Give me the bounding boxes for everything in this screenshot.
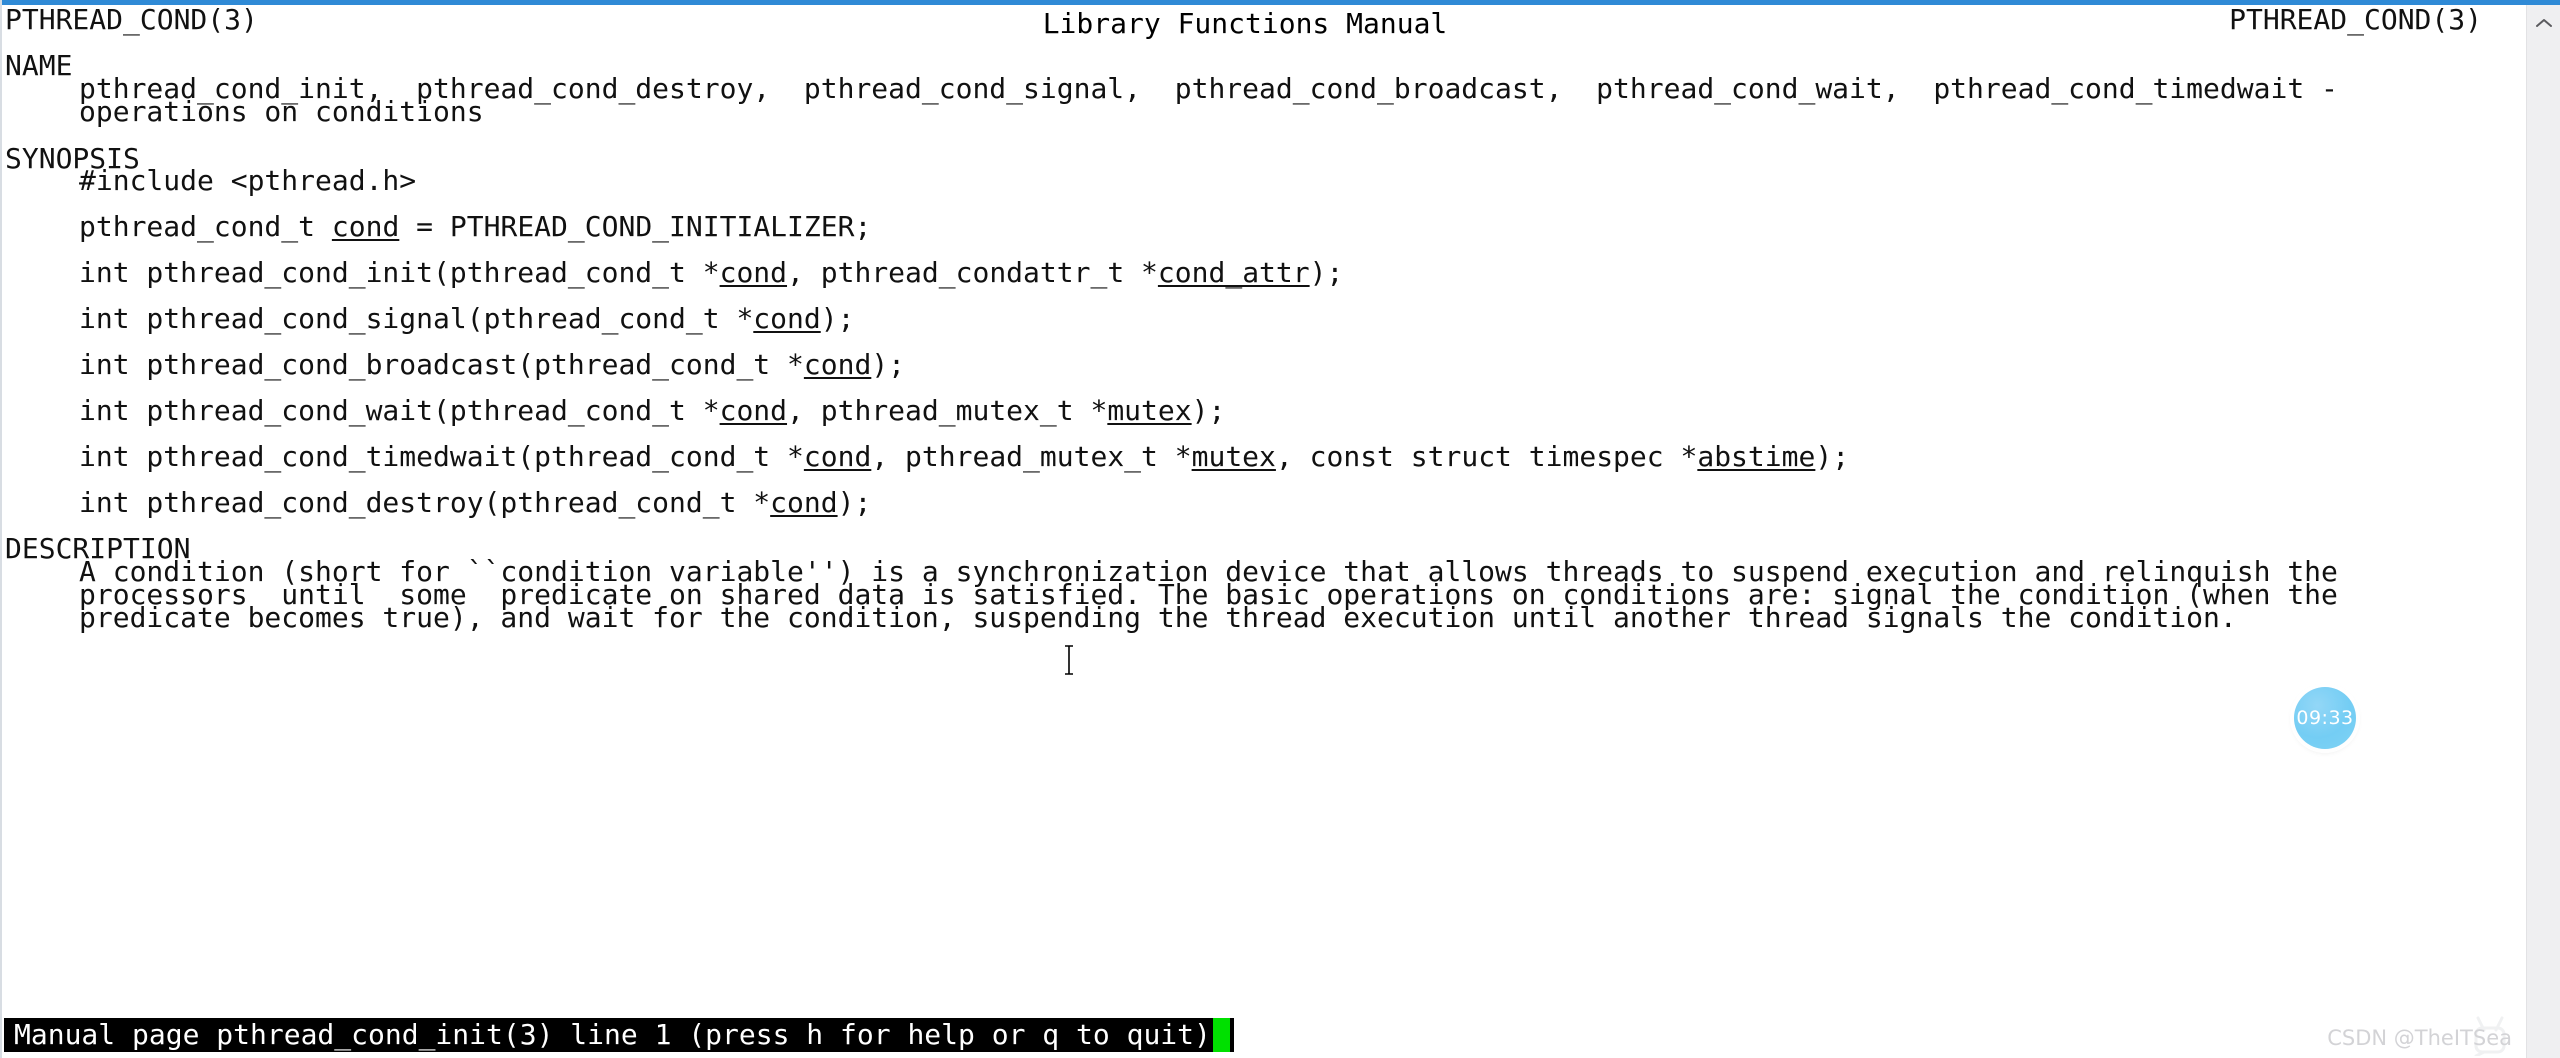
destroy-part-1: int pthread_cond_destroy(pthread_cond_t … — [79, 486, 771, 519]
timedwait-part-1: int pthread_cond_timedwait(pthread_cond_… — [79, 440, 804, 473]
param-mutex: mutex — [1107, 394, 1192, 427]
init-part-3: ); — [1309, 256, 1344, 289]
synopsis-initializer: pthread_cond_t cond = PTHREAD_COND_INITI… — [79, 212, 871, 242]
init-part-2: , pthread_condattr_t * — [787, 256, 1158, 289]
synopsis-include: #include <pthread.h> — [79, 164, 417, 197]
floating-clock-badge[interactable]: 09:33 — [2294, 687, 2356, 749]
signal-part-2: ); — [820, 302, 855, 335]
synopsis-pthread-cond-timedwait: int pthread_cond_timedwait(pthread_cond_… — [79, 442, 1849, 472]
destroy-part-2: ); — [837, 486, 872, 519]
manpage-header-right: PTHREAD_COND(3) — [2229, 3, 2482, 36]
signal-part-1: int pthread_cond_signal(pthread_cond_t * — [79, 302, 754, 335]
broadcast-part-1: int pthread_cond_broadcast(pthread_cond_… — [79, 348, 804, 381]
timedwait-part-4: ); — [1815, 440, 1850, 473]
chevron-up-icon[interactable] — [2527, 5, 2560, 41]
param-abstime: abstime — [1697, 440, 1816, 473]
param-cond: cond — [331, 210, 400, 243]
param-cond: cond — [803, 348, 872, 381]
synopsis-pthread-cond-broadcast: int pthread_cond_broadcast(pthread_cond_… — [79, 350, 905, 380]
param-cond: cond — [719, 256, 788, 289]
param-cond: cond — [803, 440, 872, 473]
csdn-watermark: CSDN @TheITSea — [2327, 1026, 2512, 1050]
synopsis-pthread-cond-signal: int pthread_cond_signal(pthread_cond_t *… — [79, 304, 854, 334]
synopsis-pthread-cond-wait: int pthread_cond_wait(pthread_cond_t *co… — [79, 396, 1225, 426]
vertical-scrollbar[interactable] — [2526, 5, 2560, 1058]
description-line-3: predicate becomes true), and wait for th… — [79, 601, 2237, 634]
timedwait-part-3: , const struct timespec * — [1275, 440, 1698, 473]
manpage-header-center: Library Functions Manual — [1042, 7, 1448, 40]
less-status-bar[interactable]: Manual page pthread_cond_init(3) line 1 … — [4, 1018, 1234, 1052]
synopsis-pthread-cond-init: int pthread_cond_init(pthread_cond_t *co… — [79, 258, 1343, 288]
synopsis-initializer-suffix: = PTHREAD_COND_INITIALIZER; — [399, 210, 872, 243]
terminal-window: PTHREAD_COND(3) Library Functions Manual… — [0, 0, 2560, 1058]
synopsis-pthread-cond-destroy: int pthread_cond_destroy(pthread_cond_t … — [79, 488, 871, 518]
param-mutex: mutex — [1191, 440, 1276, 473]
init-part-1: int pthread_cond_init(pthread_cond_t * — [79, 256, 720, 289]
man-page-content[interactable]: PTHREAD_COND(3) Library Functions Manual… — [0, 5, 2526, 1058]
name-line-2: operations on conditions — [79, 95, 484, 128]
param-cond: cond — [753, 302, 821, 335]
clock-badge-time: 09:33 — [2296, 707, 2354, 729]
section-heading-name: NAME — [5, 49, 73, 82]
synopsis-initializer-prefix: pthread_cond_t — [79, 210, 332, 243]
param-cond-attr: cond_attr — [1157, 256, 1310, 289]
timedwait-part-2: , pthread_mutex_t * — [871, 440, 1192, 473]
wait-part-2: , pthread_mutex_t * — [787, 394, 1108, 427]
wait-part-1: int pthread_cond_wait(pthread_cond_t * — [79, 394, 720, 427]
param-cond: cond — [770, 486, 838, 519]
less-status-text: Manual page pthread_cond_init(3) line 1 … — [14, 1018, 1211, 1051]
broadcast-part-2: ); — [871, 348, 906, 381]
wait-part-3: ); — [1191, 394, 1226, 427]
terminal-cursor — [1212, 1018, 1230, 1052]
param-cond: cond — [719, 394, 788, 427]
